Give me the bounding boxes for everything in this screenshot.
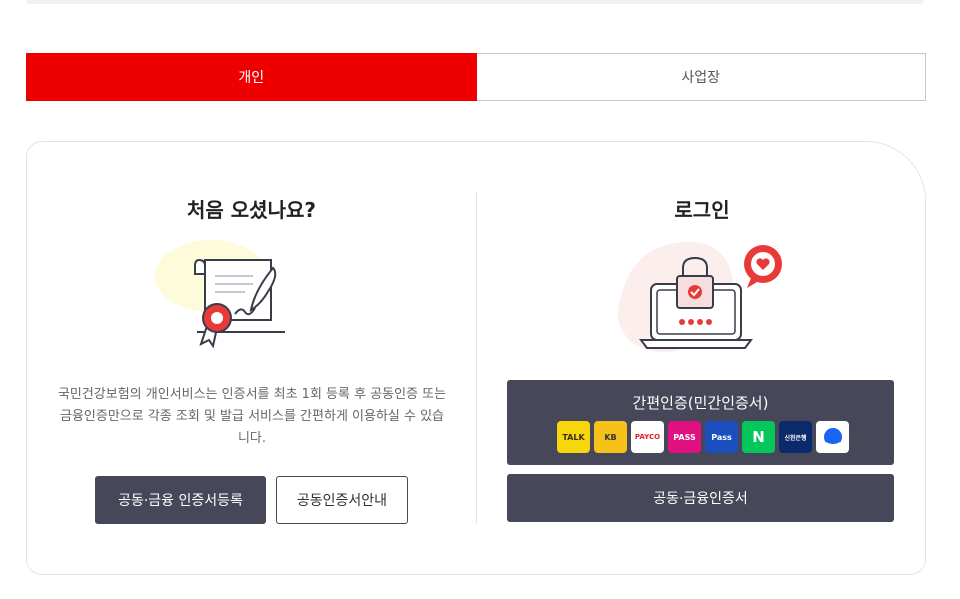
samsung-pass-icon[interactable]: Pass xyxy=(705,421,738,453)
first-visit-title: 처음 오셨나요? xyxy=(187,198,316,222)
panel-divider xyxy=(476,192,477,524)
kb-text: KB xyxy=(604,432,617,442)
login-title: 로그인 xyxy=(674,198,730,222)
login-card: 처음 오셨나요? 국민건강보험의 개인서비스는 인증서를 최초 1회 등록 후 … xyxy=(26,141,926,575)
naver-icon[interactable]: N xyxy=(742,421,775,453)
personal-service-description: 국민건강보험의 개인서비스는 인증서를 최초 1회 등록 후 공동인증 또는 금… xyxy=(57,387,447,446)
payco-text: PAYCO xyxy=(634,433,661,441)
toss-icon[interactable] xyxy=(816,421,849,453)
tab-personal-label: 개인 xyxy=(238,70,265,86)
secure-laptop-illustration xyxy=(617,241,782,352)
tab-business-label: 사업장 xyxy=(681,70,721,86)
pass-text: PASS xyxy=(673,432,696,442)
toss-logo-icon xyxy=(823,428,842,446)
top-panel-edge xyxy=(26,0,924,4)
joint-certificate-login-button[interactable]: 공동·금융인증서 xyxy=(507,474,894,522)
user-type-tabs: 개인 사업장 xyxy=(26,53,926,101)
kakao-icon[interactable]: TALK xyxy=(557,421,590,453)
payco-icon[interactable]: PAYCO xyxy=(631,421,664,453)
shinhan-text: 신한은행 xyxy=(784,434,807,442)
certificate-illustration xyxy=(155,240,285,348)
naver-text: N xyxy=(752,428,765,446)
simple-auth-label: 간편인증(민간인증서) xyxy=(632,394,769,412)
certificate-guide-button[interactable]: 공동인증서안내 xyxy=(276,476,408,524)
simple-auth-button[interactable]: 간편인증(민간인증서) TALK KB PAYCO PASS Pass N 신한… xyxy=(507,380,894,465)
tab-business[interactable]: 사업장 xyxy=(476,53,926,101)
simple-auth-providers: TALK KB PAYCO PASS Pass N 신한은행 xyxy=(557,421,849,453)
samsung-pass-text: Pass xyxy=(711,432,732,442)
shinhan-icon[interactable]: 신한은행 xyxy=(779,421,812,453)
kb-icon[interactable]: KB xyxy=(594,421,627,453)
pass-icon[interactable]: PASS xyxy=(668,421,701,453)
tab-personal[interactable]: 개인 xyxy=(26,53,477,101)
register-certificate-button[interactable]: 공동·금융 인증서등록 xyxy=(95,476,266,524)
kakao-text: TALK xyxy=(562,432,585,442)
